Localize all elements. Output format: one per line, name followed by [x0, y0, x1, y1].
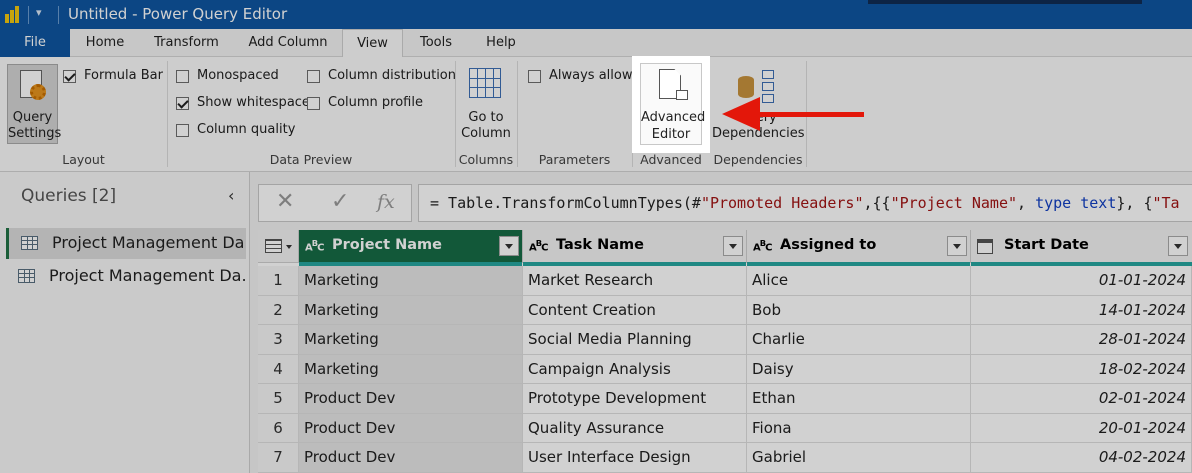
tab-home[interactable]: Home — [70, 29, 140, 57]
text-type-icon: ABC — [753, 238, 772, 254]
cell-start-date[interactable]: 20-01-2024 — [971, 413, 1192, 443]
query-settings-icon — [20, 70, 46, 100]
advanced-editor-button[interactable]: Advanced Editor — [640, 63, 705, 145]
cell-project-name[interactable]: Product Dev — [299, 413, 523, 443]
row-number[interactable]: 7 — [258, 443, 299, 473]
group-parameters-label: Parameters — [538, 152, 611, 167]
date-type-icon — [977, 239, 993, 254]
cell-assigned-to[interactable]: Daisy — [747, 354, 971, 384]
filter-dropdown-button[interactable] — [723, 236, 743, 256]
column-header-project-name[interactable]: ABC Project Name — [299, 230, 523, 266]
filter-dropdown-button[interactable] — [499, 236, 519, 256]
row-number[interactable]: 4 — [258, 354, 299, 384]
formula-input[interactable]: = Table.TransformColumnTypes(#"Promoted … — [418, 184, 1192, 222]
cell-start-date[interactable]: 02-01-2024 — [971, 384, 1192, 414]
cell-task-name[interactable]: Prototype Development — [523, 384, 747, 414]
table-icon — [21, 236, 38, 250]
confirm-icon[interactable]: ✓ — [331, 189, 349, 214]
data-grid: ABC Project Name ABC Task Name ABC Assig… — [258, 230, 1192, 473]
power-query-editor: ▾ Untitled - Power Query Editor File Hom… — [0, 0, 1192, 473]
formula-bar-buttons: ✕ ✓ fx — [258, 184, 412, 222]
red-arrow-head — [722, 97, 760, 131]
row-number[interactable]: 5 — [258, 384, 299, 414]
go-to-column-button[interactable]: Go to Column — [460, 64, 512, 144]
cell-assigned-to[interactable]: Alice — [747, 266, 971, 296]
red-arrow — [757, 112, 864, 117]
text-type-icon: ABC — [529, 238, 548, 254]
cell-project-name[interactable]: Marketing — [299, 325, 523, 355]
table-menu-button[interactable] — [258, 230, 299, 263]
row-number[interactable]: 1 — [258, 266, 299, 296]
cell-task-name[interactable]: User Interface Design — [523, 443, 747, 473]
group-dependencies-label: Dependencies — [713, 152, 803, 167]
query-item[interactable]: Project Management Da... — [6, 228, 246, 259]
queries-pane: Queries [2] ‹ Project Management Da... P… — [0, 172, 250, 473]
ribbon-tabs: File Home Transform Add Column View Tool… — [0, 29, 1192, 58]
go-to-column-icon — [469, 68, 501, 98]
cell-start-date[interactable]: 14-01-2024 — [971, 295, 1192, 325]
query-settings-button[interactable]: Query Settings — [7, 64, 61, 144]
text-type-icon: ABC — [305, 238, 324, 254]
cell-task-name[interactable]: Market Research — [523, 266, 747, 296]
cell-assigned-to[interactable]: Charlie — [747, 325, 971, 355]
cell-project-name[interactable]: Marketing — [299, 354, 523, 384]
cell-start-date[interactable]: 04-02-2024 — [971, 443, 1192, 473]
cell-assigned-to[interactable]: Bob — [747, 295, 971, 325]
collapse-pane-icon[interactable]: ‹ — [228, 186, 234, 205]
column-header-start-date[interactable]: Start Date — [971, 230, 1192, 266]
tab-help[interactable]: Help — [469, 29, 533, 57]
column-header-assigned-to[interactable]: ABC Assigned to — [747, 230, 971, 266]
cell-task-name[interactable]: Campaign Analysis — [523, 354, 747, 384]
cell-project-name[interactable]: Product Dev — [299, 443, 523, 473]
tab-transform[interactable]: Transform — [140, 29, 233, 57]
filter-dropdown-button[interactable] — [947, 236, 967, 256]
group-data-preview-label: Data Preview — [269, 152, 353, 167]
tab-tools[interactable]: Tools — [403, 29, 469, 57]
group-advanced-label: Advanced — [640, 152, 702, 167]
cell-assigned-to[interactable]: Fiona — [747, 413, 971, 443]
cell-task-name[interactable]: Quality Assurance — [523, 413, 747, 443]
group-columns-label: Columns — [458, 152, 514, 167]
row-number[interactable]: 3 — [258, 325, 299, 355]
column-header-task-name[interactable]: ABC Task Name — [523, 230, 747, 266]
row-number[interactable]: 6 — [258, 413, 299, 443]
quick-access-dropdown-icon[interactable]: ▾ — [36, 6, 42, 19]
cell-project-name[interactable]: Product Dev — [299, 384, 523, 414]
tab-add-column[interactable]: Add Column — [233, 29, 343, 57]
table-menu-icon — [265, 239, 282, 253]
tab-file[interactable]: File — [0, 29, 70, 57]
cancel-icon[interactable]: ✕ — [276, 189, 294, 214]
cell-start-date[interactable]: 28-01-2024 — [971, 325, 1192, 355]
table-icon — [18, 269, 35, 283]
group-layout-label: Layout — [62, 152, 105, 167]
title-bar: ▾ Untitled - Power Query Editor — [0, 0, 1192, 29]
cell-assigned-to[interactable]: Gabriel — [747, 443, 971, 473]
power-bi-logo-icon — [5, 6, 21, 23]
cell-project-name[interactable]: Marketing — [299, 295, 523, 325]
filter-dropdown-button[interactable] — [1168, 236, 1188, 256]
ribbon-view: Query Settings Formula Bar Layout Monosp… — [0, 57, 1192, 172]
row-number[interactable]: 2 — [258, 295, 299, 325]
fx-icon[interactable]: fx — [377, 191, 395, 213]
cell-start-date[interactable]: 01-01-2024 — [971, 266, 1192, 296]
cell-task-name[interactable]: Content Creation — [523, 295, 747, 325]
cell-start-date[interactable]: 18-02-2024 — [971, 354, 1192, 384]
cell-task-name[interactable]: Social Media Planning — [523, 325, 747, 355]
queries-title: Queries [2] — [21, 186, 117, 206]
tab-view[interactable]: View — [342, 29, 403, 58]
cell-project-name[interactable]: Marketing — [299, 266, 523, 296]
window-title: Untitled - Power Query Editor — [68, 5, 288, 23]
query-item[interactable]: Project Management Da... — [6, 261, 246, 292]
cell-assigned-to[interactable]: Ethan — [747, 384, 971, 414]
